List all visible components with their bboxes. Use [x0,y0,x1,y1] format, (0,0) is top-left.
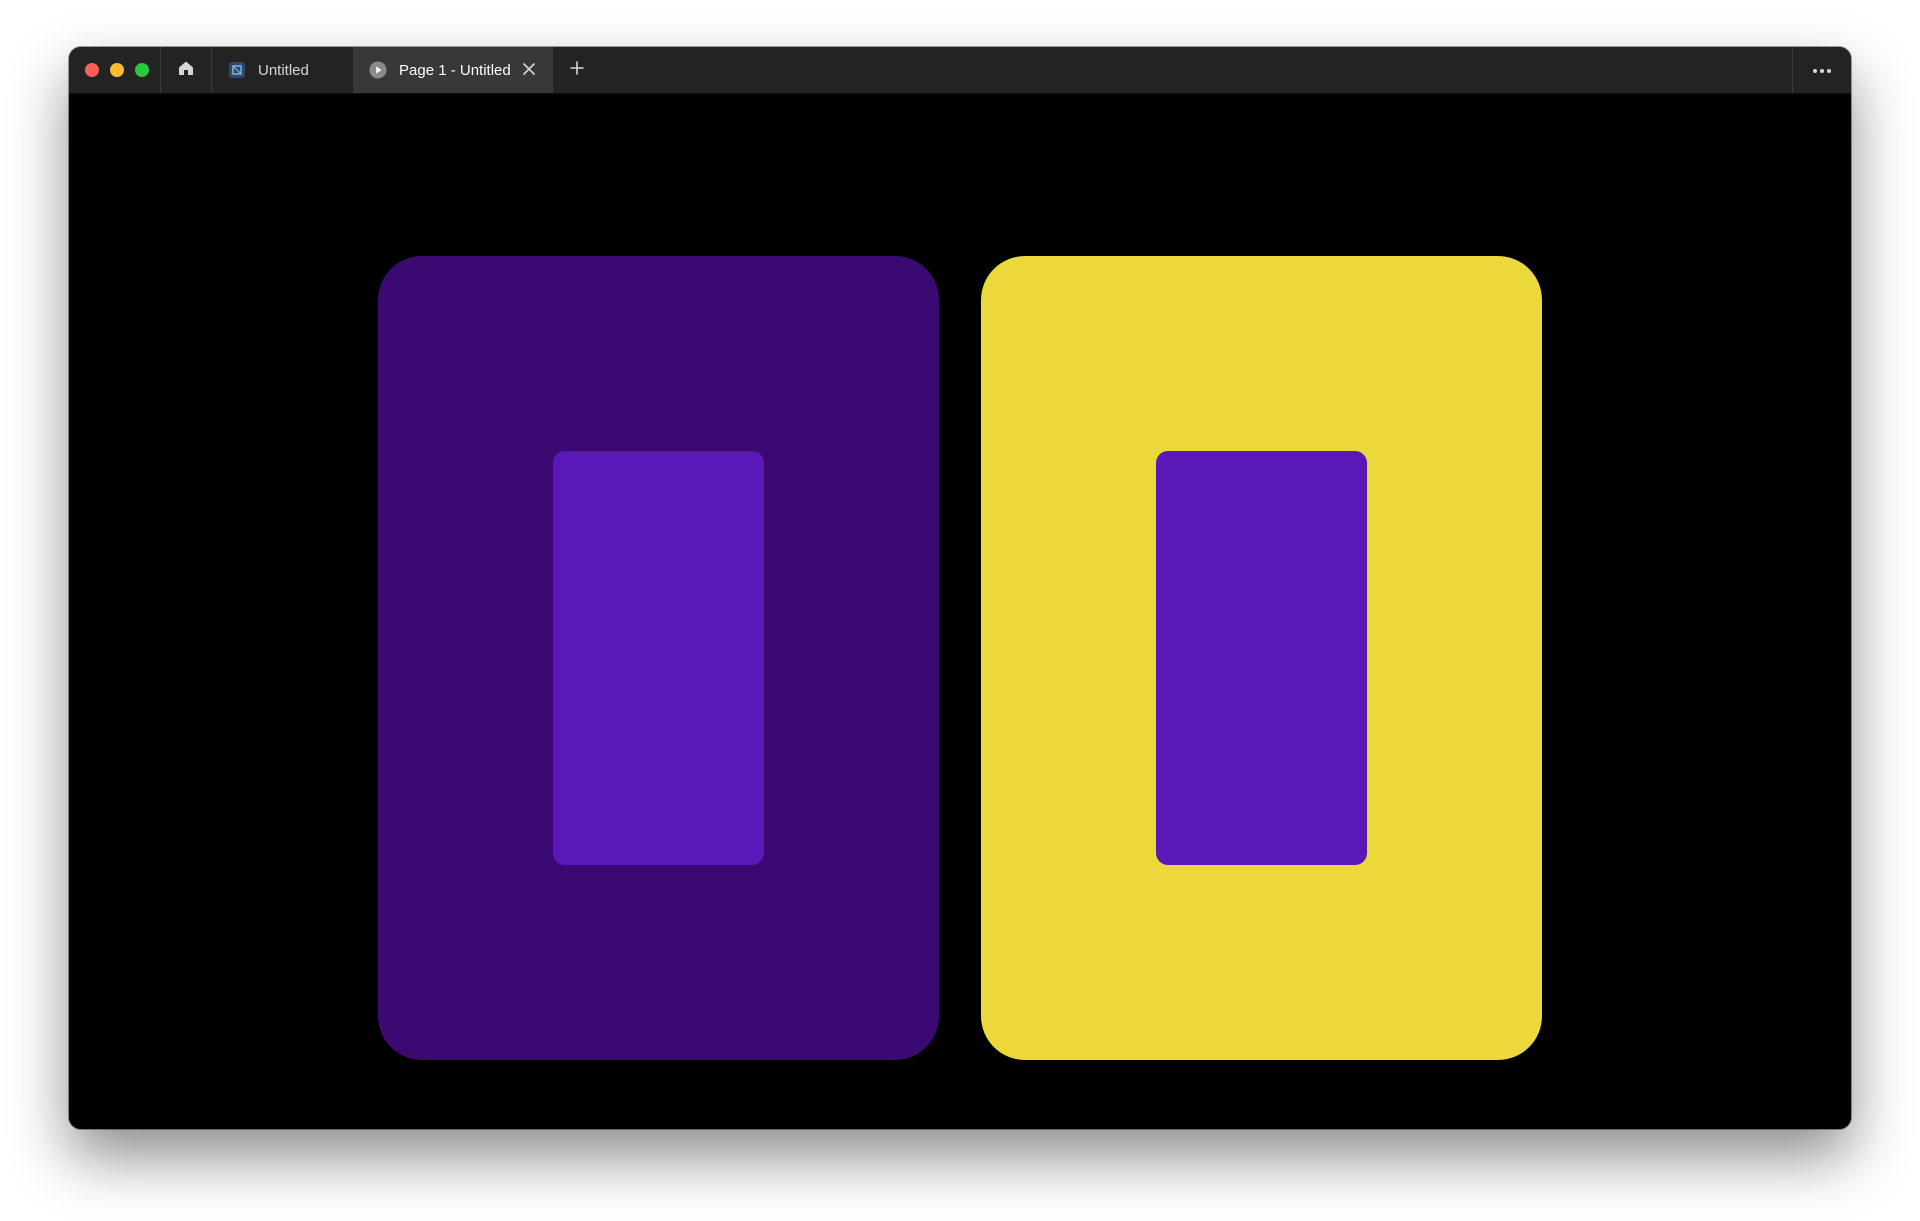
close-tab-button[interactable] [519,60,539,80]
purple-card-inner-rect[interactable] [553,451,764,865]
more-horizontal-icon [1812,61,1832,79]
close-icon [523,62,535,79]
yellow-card-inner-rect[interactable] [1156,451,1367,865]
tab-page-1[interactable]: Page 1 - Untitled [353,47,553,93]
purple-card[interactable] [378,256,939,1060]
tab-untitled[interactable]: Untitled [212,47,352,93]
new-tab-button[interactable] [565,58,589,82]
more-options-button[interactable] [1792,47,1851,93]
prototype-canvas [69,94,1851,1129]
play-icon [369,61,387,79]
maximize-window-button[interactable] [135,63,149,77]
home-icon [177,59,195,82]
home-button[interactable] [161,47,211,93]
app-window: Untitled Page 1 - Untitled [69,47,1851,1129]
figma-file-icon [228,61,246,79]
tab-label: Untitled [258,61,309,79]
tab-label: Page 1 - Untitled [399,61,511,79]
minimize-window-button[interactable] [110,63,124,77]
yellow-card[interactable] [981,256,1542,1060]
plus-icon [570,60,584,80]
close-window-button[interactable] [85,63,99,77]
title-bar: Untitled Page 1 - Untitled [69,47,1851,94]
